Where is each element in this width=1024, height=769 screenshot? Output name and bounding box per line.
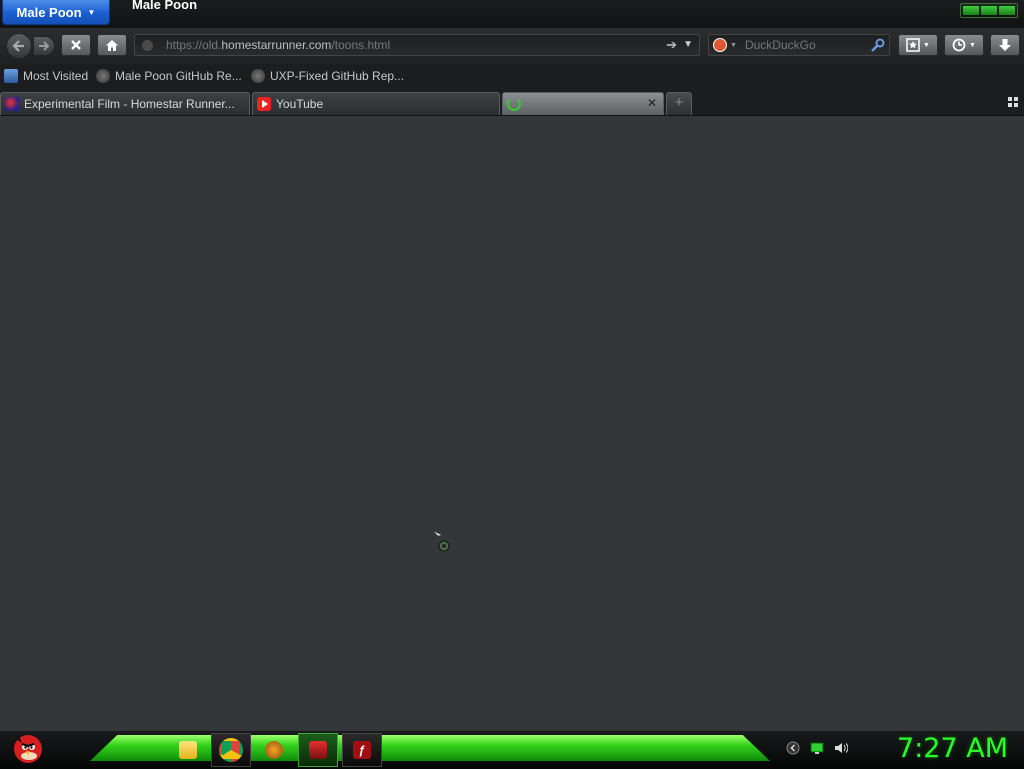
globe-icon — [251, 69, 265, 83]
tab-youtube[interactable]: YouTube — [252, 92, 500, 115]
tab-homestar-runner[interactable]: Experimental Film - Homestar Runner... — [0, 92, 250, 115]
taskbar-file-manager[interactable] — [168, 733, 208, 767]
close-icon — [71, 40, 81, 50]
network-icon[interactable] — [810, 741, 824, 755]
taskbar-game-app[interactable] — [298, 733, 338, 767]
site-identity-icon[interactable] — [142, 39, 153, 51]
bookmarks-toolbar: Most Visited Male Poon GitHub Re... UXP-… — [0, 64, 1024, 90]
close-window-button[interactable] — [999, 6, 1015, 15]
download-arrow-icon — [999, 39, 1011, 51]
chrome-icon — [219, 738, 243, 762]
tab-groups-icon[interactable] — [1008, 97, 1018, 107]
globe-icon — [96, 69, 110, 83]
go-arrow-icon[interactable]: ➔ — [666, 37, 677, 53]
close-tab-button[interactable]: ✕ — [647, 96, 657, 110]
back-button[interactable] — [6, 33, 32, 59]
system-tray — [786, 741, 848, 755]
page-content[interactable] — [0, 116, 1024, 730]
stop-button[interactable] — [61, 34, 91, 56]
history-button[interactable]: ▼ — [944, 34, 984, 56]
bookmarks-menu-button[interactable]: ▼ — [898, 34, 938, 56]
bookmark-label: UXP-Fixed GitHub Rep... — [270, 69, 405, 83]
bookmark-star-icon — [906, 38, 920, 52]
new-tab-button[interactable]: + — [666, 92, 692, 115]
downloads-button[interactable] — [990, 34, 1020, 56]
bookmark-label: Male Poon GitHub Re... — [115, 69, 242, 83]
search-bar[interactable]: ▼ — [708, 34, 890, 56]
game-app-icon — [309, 741, 327, 759]
window-controls[interactable] — [960, 3, 1018, 18]
tab-loading[interactable]: ✕ — [502, 92, 664, 115]
homestar-runner-icon — [5, 97, 19, 111]
chevron-down-icon: ▼ — [923, 41, 930, 49]
taskbar-clock[interactable]: 7:27 AM — [897, 733, 1008, 764]
file-manager-icon — [179, 741, 197, 759]
url-text[interactable]: https://old.homestarrunner.com/toons.htm… — [166, 38, 390, 52]
most-visited-icon — [4, 69, 18, 83]
chevron-down-icon: ▼ — [87, 7, 96, 17]
bookmark-male-poon-github[interactable]: Male Poon GitHub Re... — [96, 69, 242, 83]
chevron-down-icon[interactable]: ▼ — [730, 42, 737, 49]
flash-icon: ƒ — [353, 741, 371, 759]
app-menu-button[interactable]: Male Poon ▼ — [2, 0, 110, 25]
busy-cursor-icon — [432, 530, 450, 552]
url-bar[interactable]: https://old.homestarrunner.com/toons.htm… — [134, 34, 700, 56]
forward-arrow-icon — [39, 41, 50, 51]
search-icon[interactable] — [869, 38, 885, 52]
window-title: Male Poon — [132, 0, 198, 12]
home-icon — [106, 39, 118, 51]
taskbar-bird-app[interactable] — [254, 733, 294, 767]
title-bar: Male Poon ▼ Male Poon — [0, 0, 1024, 28]
loading-spinner-icon — [507, 97, 521, 111]
youtube-icon — [257, 97, 271, 111]
home-button[interactable] — [97, 34, 127, 56]
duckduckgo-icon[interactable] — [713, 38, 727, 52]
taskbar-chrome[interactable] — [211, 733, 251, 767]
clock-icon — [952, 38, 966, 52]
forward-button[interactable] — [33, 36, 55, 56]
navigation-toolbar: https://old.homestarrunner.com/toons.htm… — [0, 28, 1024, 64]
bookmark-uxp-fixed-github[interactable]: UXP-Fixed GitHub Rep... — [251, 69, 404, 83]
bookmark-most-visited[interactable]: Most Visited — [4, 69, 88, 83]
bird-app-icon — [265, 741, 283, 759]
minimize-button[interactable] — [963, 6, 979, 15]
start-button-angry-bird-icon[interactable] — [8, 727, 48, 767]
maximize-button[interactable] — [981, 6, 997, 15]
taskbar-flash[interactable]: ƒ — [342, 733, 382, 767]
tab-label: Experimental Film - Homestar Runner... — [24, 97, 235, 111]
taskbar: ƒ 7:27 AM — [0, 730, 1024, 769]
tab-label: YouTube — [276, 97, 324, 111]
show-hidden-icons-icon[interactable] — [786, 741, 800, 755]
search-input[interactable] — [742, 37, 867, 53]
app-menu-label: Male Poon — [16, 4, 82, 20]
volume-icon[interactable] — [834, 741, 848, 755]
chevron-down-icon: ▼ — [969, 41, 976, 49]
url-history-dropdown[interactable]: ▼ — [683, 39, 693, 50]
bookmark-label: Most Visited — [23, 69, 89, 83]
back-arrow-icon — [12, 40, 24, 52]
